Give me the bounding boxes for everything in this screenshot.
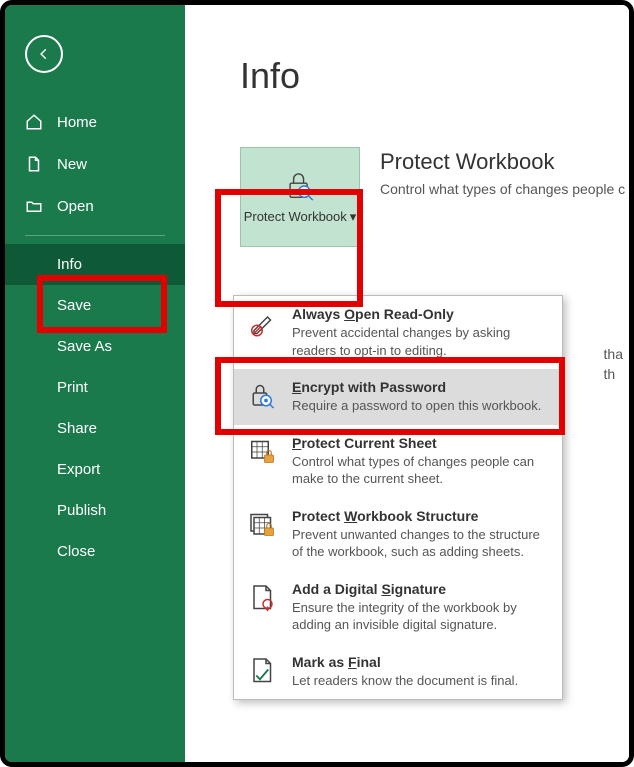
- menu-item-desc: Prevent unwanted changes to the structur…: [292, 526, 548, 561]
- protect-button-label: Protect Workbook▾: [244, 209, 357, 225]
- sidebar-item-home[interactable]: Home: [5, 101, 185, 143]
- menu-item-mark-as-final[interactable]: Mark as Final Let readers know the docum…: [234, 644, 562, 700]
- final-icon: [248, 656, 278, 686]
- sidebar-item-export[interactable]: Export: [5, 449, 185, 490]
- sidebar-item-label: Save: [57, 297, 91, 314]
- sidebar-item-label: Publish: [57, 502, 106, 519]
- sidebar-item-print[interactable]: Print: [5, 367, 185, 408]
- home-icon: [25, 113, 43, 131]
- back-arrow-icon: [37, 47, 51, 61]
- backstage-sidebar: Home New Open Info Save Save As Print Sh…: [5, 5, 185, 762]
- menu-item-desc: Control what types of changes people can…: [292, 453, 548, 488]
- menu-item-title: Protect Current Sheet: [292, 435, 548, 451]
- menu-item-title: Add a Digital Signature: [292, 581, 548, 597]
- lock-key-icon: [283, 169, 317, 203]
- lock-key-icon: [248, 381, 278, 411]
- menu-item-add-digital-signature[interactable]: Add a Digital Signature Ensure the integ…: [234, 571, 562, 644]
- page-title: Info: [240, 55, 629, 97]
- sidebar-item-label: Home: [57, 114, 97, 131]
- menu-item-desc: Prevent accidental changes by asking rea…: [292, 324, 548, 359]
- menu-item-desc: Let readers know the document is final.: [292, 672, 548, 690]
- menu-item-protect-workbook-structure[interactable]: Protect Workbook Structure Prevent unwan…: [234, 498, 562, 571]
- sidebar-item-label: New: [57, 156, 87, 173]
- sidebar-item-share[interactable]: Share: [5, 408, 185, 449]
- sidebar-item-new[interactable]: New: [5, 143, 185, 185]
- section-subtext: Control what types of changes people c: [380, 181, 625, 197]
- sidebar-item-label: Open: [57, 198, 94, 215]
- menu-item-text: Mark as Final Let readers know the docum…: [292, 654, 548, 690]
- menu-item-protect-current-sheet[interactable]: Protect Current Sheet Control what types…: [234, 425, 562, 498]
- open-icon: [25, 197, 43, 215]
- app-frame: Home New Open Info Save Save As Print Sh…: [0, 0, 634, 767]
- sidebar-item-label: Close: [57, 543, 95, 560]
- menu-item-title: Protect Workbook Structure: [292, 508, 548, 524]
- sidebar-item-publish[interactable]: Publish: [5, 490, 185, 531]
- menu-item-title: Always Open Read-Only: [292, 306, 548, 322]
- menu-item-text: Protect Workbook Structure Prevent unwan…: [292, 508, 548, 561]
- menu-item-text: Protect Current Sheet Control what types…: [292, 435, 548, 488]
- sidebar-item-info[interactable]: Info: [5, 244, 185, 285]
- protect-workbook-button[interactable]: Protect Workbook▾: [240, 147, 360, 247]
- menu-item-text: Always Open Read-Only Prevent accidental…: [292, 306, 548, 359]
- sidebar-item-label: Info: [57, 256, 82, 273]
- chevron-down-icon: ▾: [350, 209, 357, 225]
- back-button[interactable]: [25, 35, 63, 73]
- sidebar-item-label: Share: [57, 420, 97, 437]
- menu-item-text: Add a Digital Signature Ensure the integ…: [292, 581, 548, 634]
- clipped-text: tha th: [604, 345, 623, 384]
- sidebar-item-open[interactable]: Open: [5, 185, 185, 227]
- section-heading: Protect Workbook: [380, 149, 625, 175]
- pencil-no-icon: [248, 308, 278, 338]
- sidebar-item-close[interactable]: Close: [5, 531, 185, 572]
- protect-section-text: Protect Workbook Control what types of c…: [380, 147, 625, 197]
- menu-item-title: Encrypt with Password: [292, 379, 548, 395]
- protect-workbook-area: Protect Workbook▾ Protect Workbook Contr…: [240, 147, 629, 247]
- protect-workbook-dropdown: Always Open Read-Only Prevent accidental…: [233, 295, 563, 700]
- sheet-lock-icon: [248, 437, 278, 467]
- menu-item-encrypt-with-password[interactable]: Encrypt with Password Require a password…: [234, 369, 562, 425]
- menu-item-title: Mark as Final: [292, 654, 548, 670]
- sidebar-item-label: Export: [57, 461, 100, 478]
- menu-item-desc: Ensure the integrity of the workbook by …: [292, 599, 548, 634]
- sidebar-item-save-as[interactable]: Save As: [5, 326, 185, 367]
- menu-item-text: Encrypt with Password Require a password…: [292, 379, 548, 415]
- new-icon: [25, 155, 43, 173]
- signature-icon: [248, 583, 278, 613]
- sidebar-item-label: Print: [57, 379, 88, 396]
- workbook-lock-icon: [248, 510, 278, 540]
- menu-item-always-open-read-only[interactable]: Always Open Read-Only Prevent accidental…: [234, 296, 562, 369]
- sidebar-item-label: Save As: [57, 338, 112, 355]
- sidebar-separator: [25, 235, 165, 236]
- menu-item-desc: Require a password to open this workbook…: [292, 397, 548, 415]
- sidebar-item-save[interactable]: Save: [5, 285, 185, 326]
